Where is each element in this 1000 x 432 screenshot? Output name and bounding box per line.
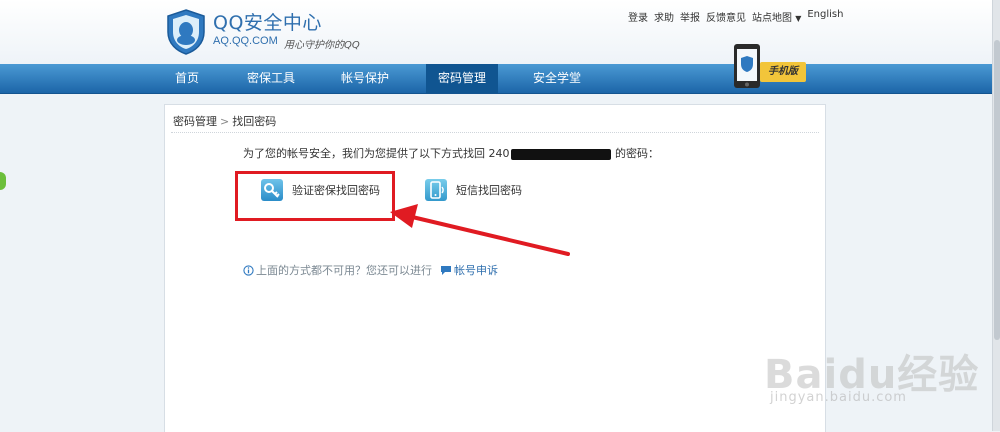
help-link[interactable]: 求助 xyxy=(654,9,674,24)
nav-item-account-protection[interactable]: 帐号保护 xyxy=(330,64,400,93)
report-link[interactable]: 举报 xyxy=(680,9,700,24)
nav-item-security-school[interactable]: 安全学堂 xyxy=(522,64,592,93)
site-header: QQ安全中心 AQ.QQ.COM 用心守护你的QQ 登录 求助 举报 反馈意见 … xyxy=(0,0,1000,64)
breadcrumb-separator-icon: > xyxy=(220,115,230,128)
redaction-mark xyxy=(510,148,611,160)
login-link[interactable]: 登录 xyxy=(628,9,648,24)
breadcrumb-item-password-management[interactable]: 密码管理 xyxy=(173,115,217,128)
highlight-annotation-box xyxy=(235,171,395,221)
chat-bubble-icon xyxy=(441,265,451,275)
main-nav: 首页 密保工具 帐号保护 密码管理 安全学堂 xyxy=(0,64,992,94)
nav-item-home[interactable]: 首页 xyxy=(164,64,210,93)
help-line: 上面的方式都不可用？您还可以进行 帐号申诉 xyxy=(243,262,498,278)
site-domain: AQ.QQ.COM xyxy=(213,35,278,47)
phone-sms-icon xyxy=(425,179,447,201)
account-appeal-link[interactable]: 帐号申诉 xyxy=(440,262,498,278)
site-title[interactable]: QQ安全中心 xyxy=(213,8,322,35)
site-slogan: 用心守护你的QQ xyxy=(284,40,360,51)
nav-item-security-tools[interactable]: 密保工具 xyxy=(236,64,306,93)
english-link[interactable]: English xyxy=(807,9,843,24)
top-links: 登录 求助 举报 反馈意见 站点地图 ▼ English xyxy=(628,9,843,24)
breadcrumb-divider xyxy=(171,132,819,133)
sms-recover-option[interactable]: 短信找回密码 xyxy=(425,179,522,201)
left-edge-tab[interactable] xyxy=(0,172,6,190)
chevron-down-icon: ▼ xyxy=(795,14,802,23)
account-number-partial: 240 xyxy=(488,147,510,160)
sitemap-link[interactable]: 站点地图 ▼ xyxy=(752,9,801,24)
feedback-link[interactable]: 反馈意见 xyxy=(706,9,746,24)
scrollbar-thumb[interactable] xyxy=(994,40,1000,340)
qq-shield-logo-icon[interactable] xyxy=(164,8,208,56)
info-icon xyxy=(243,264,254,276)
nav-item-password-management[interactable]: 密码管理 xyxy=(426,64,498,93)
breadcrumb: 密码管理 > 找回密码 xyxy=(173,113,276,129)
breadcrumb-item-find-password: 找回密码 xyxy=(232,115,277,128)
vertical-scrollbar[interactable] xyxy=(992,0,1000,431)
mobile-version-badge[interactable]: 手机版 xyxy=(760,62,806,82)
intro-text: 为了您的帐号安全，我们为您提供了以下方式找回 240 的密码： xyxy=(243,147,659,160)
content-panel: 密码管理 > 找回密码 为了您的帐号安全，我们为您提供了以下方式找回 240 的密码… xyxy=(164,104,826,432)
